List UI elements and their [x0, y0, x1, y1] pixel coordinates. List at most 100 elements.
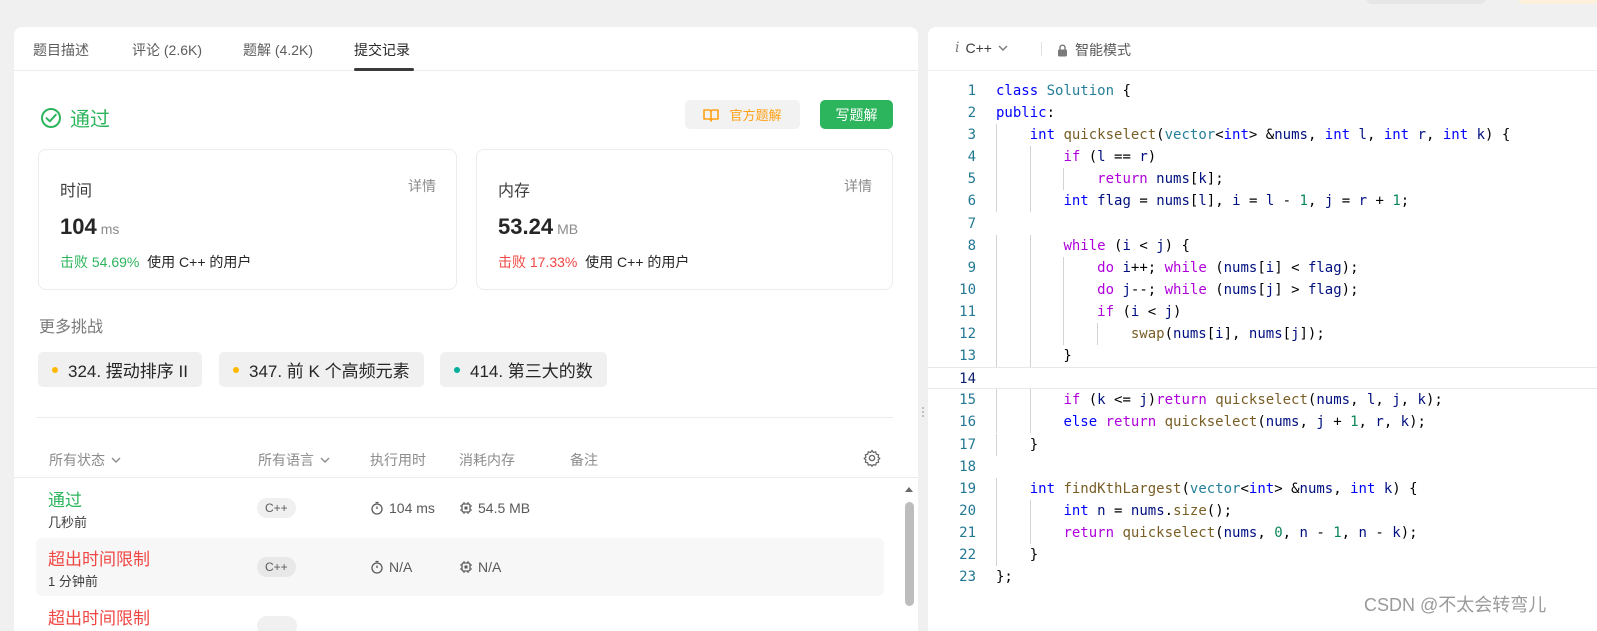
challenge-chip[interactable]: 324. 摆动排序 II [38, 352, 202, 387]
lock-icon [1058, 43, 1067, 56]
code-line[interactable]: 23}; [928, 566, 1597, 588]
divider [36, 417, 893, 418]
runtime-cell: N/A [370, 559, 412, 575]
code-text: public: [996, 105, 1056, 122]
code-line[interactable]: 20 int n = nums.size(); [928, 499, 1597, 522]
submission-row[interactable]: 超出时间限制 [36, 597, 884, 631]
stopwatch-icon [371, 501, 383, 515]
toolbar-separator [1041, 42, 1042, 56]
code-line[interactable]: 15 if (k <= j)return quickselect(nums, l… [928, 389, 1597, 412]
check-circle-icon [41, 107, 61, 128]
status-label: 通过 [70, 109, 110, 131]
chip-icon [460, 502, 472, 514]
code-line[interactable]: 9 do i++; while (nums[i] < flag); [928, 256, 1597, 279]
code-line[interactable]: 13 } [928, 345, 1597, 368]
scrollbar-thumb[interactable] [905, 502, 914, 606]
line-number: 3 [967, 127, 976, 144]
language-badge: C++ [257, 498, 296, 518]
submission-row[interactable]: 通过 几秒前 C++ 104 ms 54.5 MB [36, 479, 884, 537]
line-number: 6 [967, 193, 976, 210]
code-text: while (i < j) { [1063, 237, 1190, 254]
editor-toolbar: i C++ 智能模式 [928, 27, 1597, 71]
submission-status[interactable]: 超出时间限制 [48, 604, 150, 629]
runtime-value: 104 ms [60, 214, 120, 239]
code-line[interactable]: 11 if (i < j) [928, 300, 1597, 323]
code-text: int n = nums.size(); [1063, 502, 1233, 519]
chevron-down-icon [320, 457, 330, 463]
code-area[interactable]: 1 class Solution {2 public: 3 int quicksele… [928, 80, 1597, 588]
scroll-up-arrow[interactable] [905, 487, 913, 492]
write-solution-button[interactable]: 写题解 [820, 100, 893, 129]
code-text: return nums[k]; [1097, 171, 1224, 188]
official-solution-button[interactable]: 官方题解 [685, 100, 800, 129]
challenge-chip[interactable]: 414. 第三大的数 [440, 352, 607, 387]
code-text: } [996, 546, 1039, 563]
code-line[interactable]: 7 [928, 213, 1597, 235]
memory-beat: 击败 17.33% 使用 C++ 的用户 [498, 254, 690, 270]
code-line[interactable]: 17 } [928, 433, 1597, 456]
result-status: 通过 [40, 103, 110, 132]
line-number: 18 [959, 458, 976, 475]
language-badge: C++ [257, 557, 296, 577]
code-line[interactable]: 8 while (i < j) { [928, 234, 1597, 257]
memory-title: 内存 [498, 183, 531, 200]
code-line[interactable]: 2 public: [928, 102, 1597, 124]
top-premium-button[interactable] [1518, 0, 1597, 4]
left-panel: 题目描述 评论 (2.6K) 题解 (4.2K) 提交记录 通过 官方题解 写题… [14, 27, 918, 631]
code-line[interactable]: 10 do j--; while (nums[j] > flag); [928, 278, 1597, 301]
code-line[interactable]: 3 int quickselect(vector<int> &nums, int… [928, 124, 1597, 147]
book-icon [703, 108, 720, 122]
code-line[interactable]: 5 return nums[k]; [928, 168, 1597, 191]
gear-icon[interactable] [863, 449, 881, 467]
line-number: 11 [959, 303, 976, 320]
line-number: 21 [959, 524, 976, 541]
tab-submissions[interactable]: 提交记录 [354, 40, 410, 60]
tab-bar: 题目描述 评论 (2.6K) 题解 (4.2K) 提交记录 [14, 27, 918, 71]
tab-solutions[interactable]: 题解 (4.2K) [243, 40, 313, 60]
stopwatch-icon [371, 560, 383, 574]
submission-time: 1 分钟前 [48, 574, 98, 589]
line-number: 4 [967, 149, 976, 166]
line-number: 1 [967, 83, 976, 99]
runtime-cell: 104 ms [370, 500, 435, 516]
code-line[interactable]: 16 else return quickselect(nums, j + 1, … [928, 411, 1597, 434]
submission-status[interactable]: 通过 [48, 486, 82, 511]
watermark: CSDN @不太会转弯儿 [1364, 595, 1547, 615]
language-selector[interactable]: i C++ [955, 40, 1008, 56]
code-text: } [996, 436, 1039, 453]
line-number: 22 [959, 546, 976, 563]
code-line[interactable]: 12 swap(nums[i], nums[j]); [928, 323, 1597, 346]
tab-comments[interactable]: 评论 (2.6K) [132, 40, 202, 60]
code-line[interactable]: 1 class Solution { [928, 80, 1597, 102]
code-line[interactable]: 21 return quickselect(nums, 0, n - 1, n … [928, 521, 1597, 544]
line-number: 8 [967, 237, 976, 254]
line-number: 5 [967, 171, 976, 188]
line-number: 10 [959, 281, 976, 298]
memory-cell: N/A [459, 559, 501, 575]
code-line[interactable]: 18 [928, 456, 1597, 478]
runtime-details-link[interactable]: 详情 [408, 176, 436, 196]
smart-mode-toggle[interactable]: 智能模式 [1057, 40, 1131, 60]
code-text: do i++; while (nums[i] < flag); [1097, 259, 1359, 276]
code-line[interactable]: 22 } [928, 543, 1597, 566]
challenge-chip[interactable]: 347. 前 K 个高频元素 [219, 352, 424, 387]
code-editor-panel: i C++ 智能模式 1 class Solution {2 public: 3 in… [928, 27, 1597, 631]
resize-handle[interactable] [919, 405, 927, 423]
line-number: 19 [959, 480, 976, 497]
language-filter[interactable]: 所有语言 [258, 450, 330, 470]
code-line[interactable]: 14 [928, 367, 1597, 390]
memory-card: 内存 详情 53.24 MB 击败 17.33% 使用 C++ 的用户 [476, 149, 893, 290]
line-number: 9 [967, 259, 976, 276]
memory-details-link[interactable]: 详情 [844, 176, 872, 196]
code-line[interactable]: 4 if (l == r) [928, 146, 1597, 169]
tab-description[interactable]: 题目描述 [33, 40, 89, 60]
code-text: int findKthLargest(vector<int> &nums, in… [1029, 480, 1418, 497]
top-button[interactable] [1366, 0, 1486, 4]
status-filter[interactable]: 所有状态 [49, 450, 121, 470]
line-number: 7 [967, 215, 976, 232]
submission-row[interactable]: 超出时间限制 1 分钟前 C++ N/A N/A [36, 538, 884, 596]
code-line[interactable]: 6 int flag = nums[l], i = l - 1, j = r +… [928, 190, 1597, 213]
submission-status[interactable]: 超出时间限制 [48, 545, 150, 570]
difficulty-dot [52, 366, 58, 373]
code-line[interactable]: 19 int findKthLargest(vector<int> &nums,… [928, 477, 1597, 500]
